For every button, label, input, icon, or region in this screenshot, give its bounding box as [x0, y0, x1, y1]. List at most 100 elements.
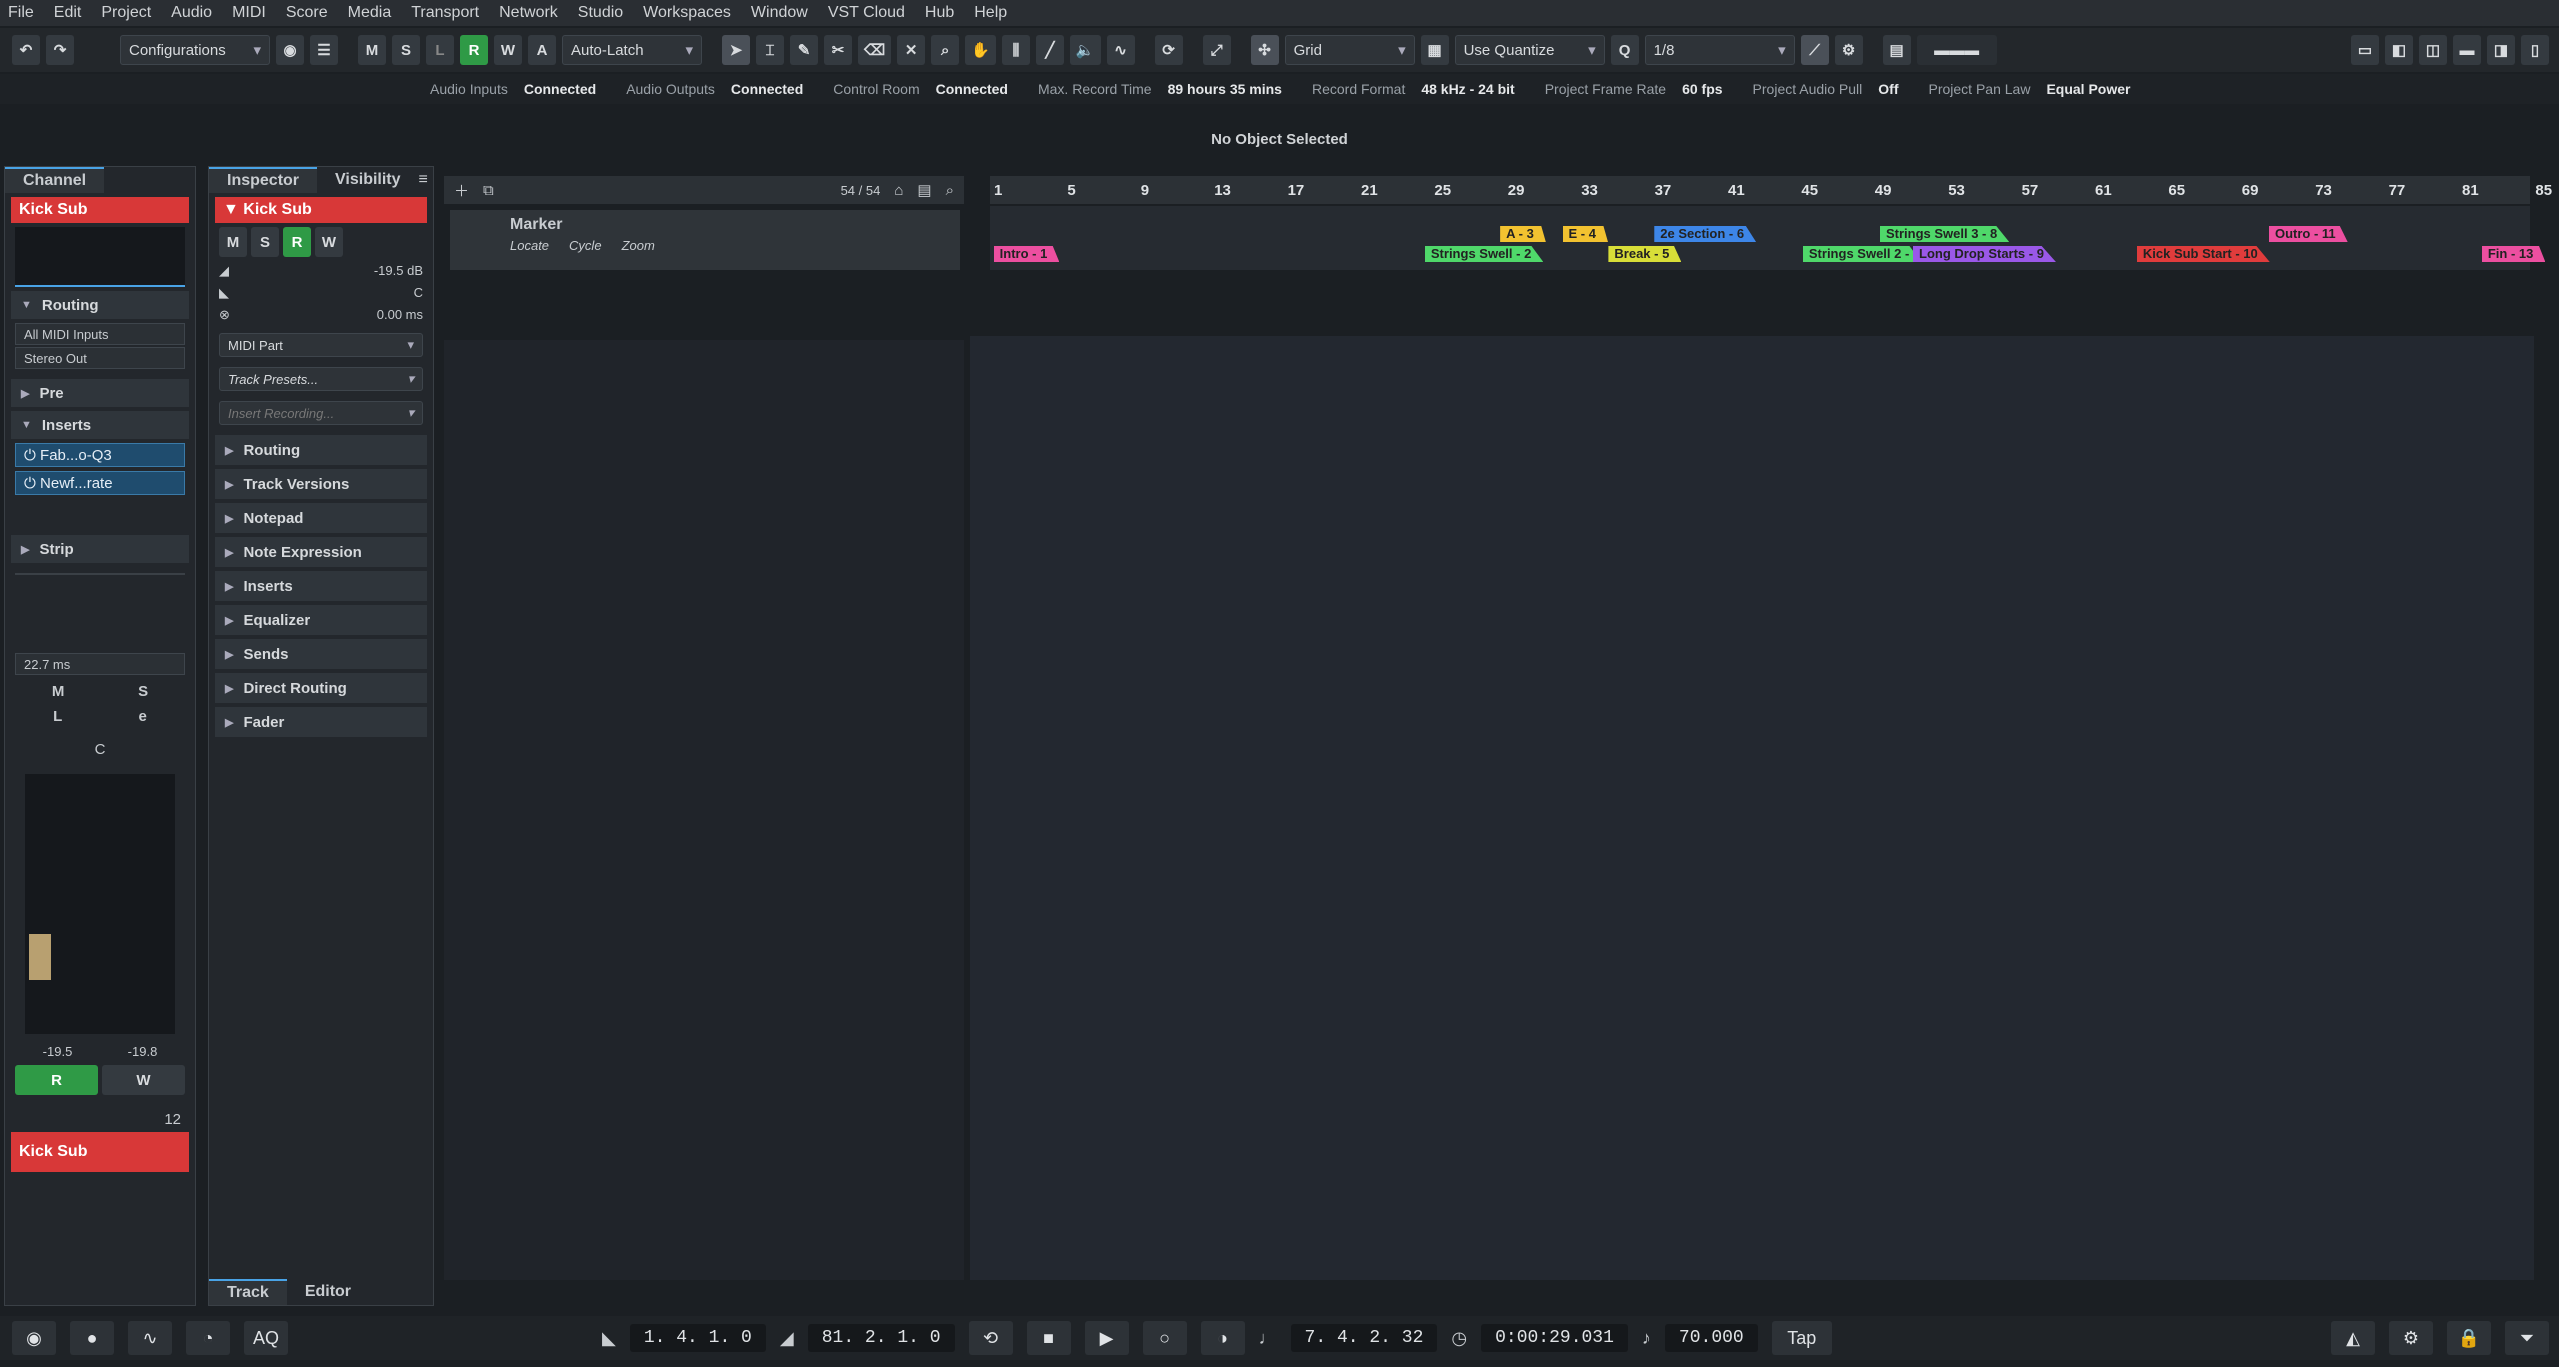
- quantize-value-dropdown[interactable]: 1/8: [1644, 35, 1795, 65]
- mute-all-button[interactable]: M: [358, 35, 386, 65]
- tab-channel[interactable]: Channel: [5, 167, 105, 193]
- marker-flag[interactable]: Strings Swell 2 -: [1802, 246, 1922, 262]
- solo-all-button[interactable]: S: [392, 35, 420, 65]
- marker-flag[interactable]: Outro - 11: [2268, 226, 2348, 242]
- layout-icon-5[interactable]: ◨: [2487, 35, 2515, 65]
- menu-item-window[interactable]: Window: [751, 4, 808, 22]
- locate-dropdown[interactable]: Locate: [510, 238, 549, 253]
- metronome-mode-icon[interactable]: ◔: [186, 1321, 230, 1355]
- add-folder-icon[interactable]: ⧉: [483, 182, 494, 199]
- split-icon[interactable]: ✂: [824, 35, 852, 65]
- stop-button[interactable]: ■: [1026, 1321, 1071, 1355]
- layout-icon-1[interactable]: ▭: [2351, 35, 2379, 65]
- channel-output-select[interactable]: Stereo Out: [15, 347, 185, 369]
- channel-listen-button[interactable]: L: [53, 708, 62, 725]
- channel-insert-slot[interactable]: ⏻ Fab...o-Q3: [15, 443, 185, 467]
- cycle-dropdown[interactable]: Cycle: [569, 238, 602, 253]
- play-button[interactable]: ▶: [1084, 1321, 1129, 1355]
- marker-flag[interactable]: E - 4: [1562, 226, 1608, 242]
- marker-flag[interactable]: 2e Section - 6: [1654, 226, 1757, 242]
- menu-item-hub[interactable]: Hub: [925, 4, 954, 22]
- channel-track-name[interactable]: Kick Sub: [11, 197, 189, 223]
- menu-item-network[interactable]: Network: [499, 4, 558, 22]
- channel-routing-section[interactable]: ▼ Routing: [11, 291, 189, 319]
- add-track-icon[interactable]: ＋: [454, 180, 469, 201]
- marker-flag[interactable]: Strings Swell 3 - 8: [1879, 226, 2010, 242]
- channel-inserts-section[interactable]: ▼ Inserts: [11, 411, 189, 439]
- menu-item-project[interactable]: Project: [101, 4, 151, 22]
- layout-icon-3[interactable]: ◫: [2419, 35, 2447, 65]
- layout-icon-4[interactable]: ▬: [2453, 35, 2481, 65]
- inspector-delay-row[interactable]: ⊗ 0.00 ms: [219, 307, 423, 323]
- undo-icon[interactable]: ↶: [12, 35, 40, 65]
- channel-pre-section[interactable]: ▶ Pre: [11, 379, 189, 407]
- inspector-section-track-versions[interactable]: ▶ Track Versions: [215, 469, 427, 499]
- grid-icon[interactable]: ▦: [1420, 35, 1449, 65]
- redo-icon[interactable]: ↷: [46, 35, 74, 65]
- channel-solo-button[interactable]: S: [138, 683, 148, 700]
- cycle-button[interactable]: ⟲: [968, 1321, 1013, 1355]
- menu-item-file[interactable]: File: [8, 4, 34, 22]
- menu-item-studio[interactable]: Studio: [578, 4, 623, 22]
- time-display[interactable]: 0:00:29.031: [1481, 1324, 1628, 1352]
- channel-pan[interactable]: C: [5, 741, 195, 758]
- tab-inspector[interactable]: Inspector: [209, 167, 318, 193]
- waveform-icon[interactable]: ∿: [128, 1321, 172, 1355]
- list-icon[interactable]: ☰: [310, 35, 338, 65]
- line-icon[interactable]: ╱: [1035, 35, 1064, 65]
- inspector-section-routing[interactable]: ▶ Routing: [215, 435, 427, 465]
- left-locator-display[interactable]: 1. 4. 1. 0: [629, 1324, 766, 1352]
- menu-icon[interactable]: ≡: [419, 171, 428, 189]
- zoom-icon[interactable]: ⌕: [931, 35, 960, 65]
- inspector-volume-row[interactable]: ◢ -19.5 dB: [219, 263, 423, 279]
- marker-flag[interactable]: A - 3: [1500, 226, 1546, 242]
- track-presets-select[interactable]: Track Presets...: [219, 367, 423, 391]
- event-display[interactable]: [970, 336, 2534, 1280]
- draw-icon[interactable]: ✎: [790, 35, 818, 65]
- settings-icon[interactable]: ⚙: [2389, 1321, 2433, 1355]
- punch-in-icon[interactable]: ◑: [1200, 1321, 1245, 1355]
- inspector-section-direct-routing[interactable]: ▶ Direct Routing: [215, 673, 427, 703]
- inspector-section-fader[interactable]: ▶ Fader: [215, 707, 427, 737]
- menu-item-media[interactable]: Media: [348, 4, 392, 22]
- insert-recording-select[interactable]: Insert Recording...: [219, 401, 423, 425]
- inspector-section-sends[interactable]: ▶ Sends: [215, 639, 427, 669]
- tempo-display[interactable]: 70.000: [1664, 1324, 1758, 1352]
- speaker-icon[interactable]: 🔈: [1069, 35, 1101, 65]
- midi-part-select[interactable]: MIDI Part: [219, 333, 423, 357]
- tab-visibility[interactable]: Visibility: [317, 167, 419, 193]
- inspector-section-inserts[interactable]: ▶ Inserts: [215, 571, 427, 601]
- warp-icon[interactable]: ∿: [1106, 35, 1135, 65]
- marker-flag[interactable]: Intro - 1: [993, 246, 1060, 262]
- snap-type-dropdown[interactable]: Grid: [1284, 35, 1415, 65]
- configurations-dropdown[interactable]: Configurations: [120, 35, 270, 65]
- snap-on-icon[interactable]: ✣: [1250, 35, 1279, 65]
- inspector-section-notepad[interactable]: ▶ Notepad: [215, 503, 427, 533]
- channel-delay-field[interactable]: 22.7 ms: [15, 653, 185, 675]
- quantize-type-dropdown[interactable]: Use Quantize: [1454, 35, 1605, 65]
- filter-icon[interactable]: ⏷: [2505, 1321, 2549, 1355]
- hand-icon[interactable]: ✋: [965, 35, 996, 65]
- autoscroll-icon[interactable]: ⟳: [1154, 35, 1183, 65]
- menu-item-audio[interactable]: Audio: [171, 4, 212, 22]
- channel-fader[interactable]: [25, 774, 175, 1034]
- channel-write-button[interactable]: W: [102, 1065, 185, 1095]
- marker-flag[interactable]: Strings Swell - 2: [1424, 246, 1544, 262]
- inspector-mute-button[interactable]: M: [219, 227, 247, 257]
- marker-flag[interactable]: Break - 5: [1608, 246, 1682, 262]
- menu-item-score[interactable]: Score: [286, 4, 328, 22]
- layout-icon-6[interactable]: ▯: [2521, 35, 2549, 65]
- channel-read-button[interactable]: R: [15, 1065, 98, 1095]
- punch-icon[interactable]: ●: [70, 1321, 114, 1355]
- zoom-dropdown[interactable]: Zoom: [622, 238, 655, 253]
- inspector-solo-button[interactable]: S: [251, 227, 279, 257]
- marker-flag[interactable]: Kick Sub Start - 10: [2136, 246, 2270, 262]
- inspector-write-button[interactable]: W: [315, 227, 343, 257]
- automation-mode-dropdown[interactable]: Auto-Latch: [562, 35, 702, 65]
- layout-icon-2[interactable]: ◧: [2385, 35, 2413, 65]
- menu-item-midi[interactable]: MIDI: [232, 4, 266, 22]
- channel-strip-section[interactable]: ▶ Strip: [11, 535, 189, 563]
- inspector-track-name[interactable]: ▼ Kick Sub: [215, 197, 427, 223]
- menu-item-transport[interactable]: Transport: [411, 4, 479, 22]
- read-automation-button[interactable]: R: [460, 35, 488, 65]
